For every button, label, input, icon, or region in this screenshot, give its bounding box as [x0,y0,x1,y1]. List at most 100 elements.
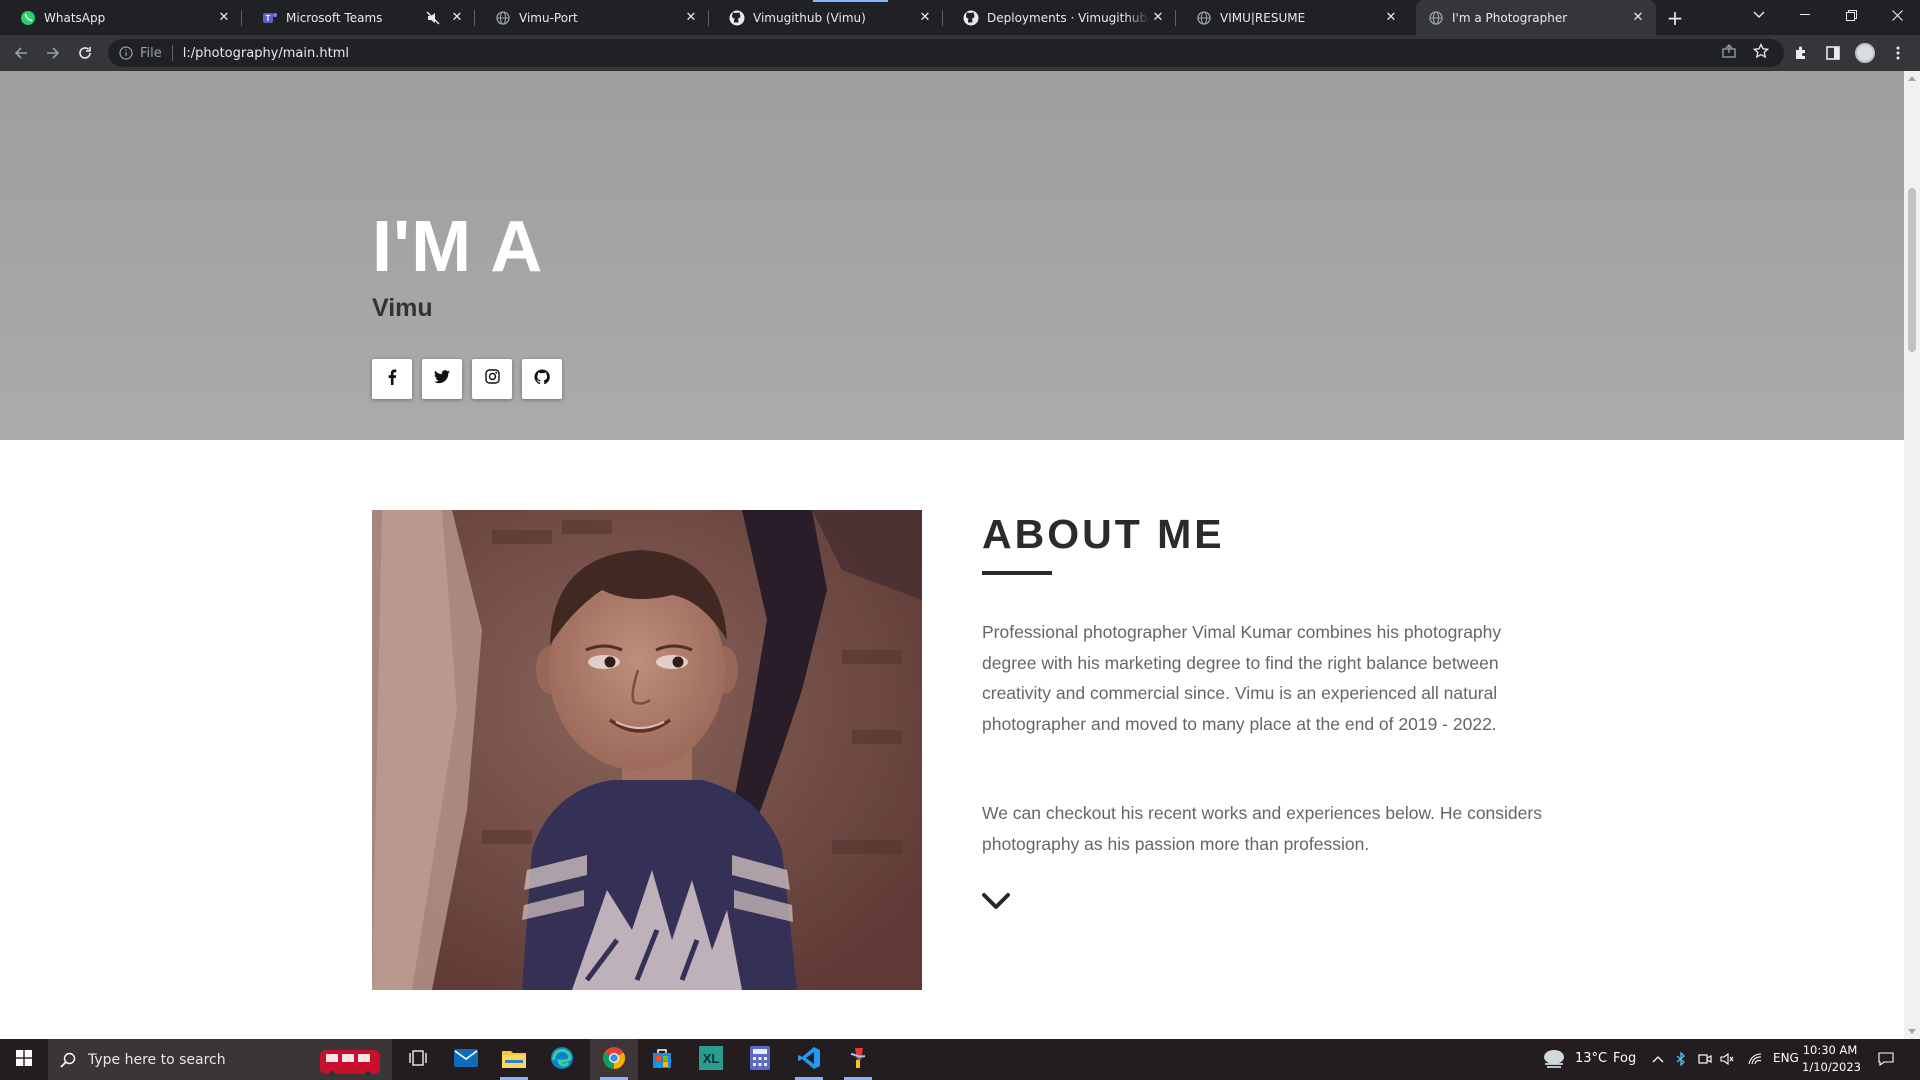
tab-title: I'm a Photographer [1452,10,1568,25]
tab-title: Vimugithub (Vimu) [753,10,866,25]
close-icon[interactable]: ✕ [1383,10,1399,26]
taskbar-search[interactable]: Type here to search [48,1039,392,1080]
browser-toolbar: File l:/photography/main.html [0,35,1920,71]
instagram-button[interactable] [472,359,512,399]
hero-name: Vimu [372,294,433,322]
store-icon [651,1047,673,1073]
close-icon[interactable]: ✕ [449,10,465,26]
profile-avatar[interactable] [1855,43,1875,63]
vertical-scrollbar[interactable] [1904,71,1920,1039]
chevron-up-icon[interactable] [1649,1049,1667,1069]
speaker-muted-icon[interactable] [1718,1049,1736,1069]
scroll-down-arrow[interactable] [1908,1029,1916,1034]
globe-icon [495,10,511,26]
search-icon [60,1052,76,1068]
calculator-icon [750,1045,770,1074]
xl-app-icon: XL [699,1045,723,1074]
close-icon[interactable]: ✕ [1150,10,1166,26]
info-icon[interactable] [118,45,134,61]
clock-time: 10:30 AM [1802,1043,1858,1057]
close-icon[interactable]: ✕ [917,10,933,26]
weather-condition[interactable]: Fog [1613,1051,1636,1066]
task-view-button[interactable] [394,1039,442,1080]
share-icon[interactable] [1719,41,1739,61]
scheme-label: File [140,45,162,61]
minimize-button[interactable] [1782,0,1828,30]
globe-icon [1428,10,1444,26]
tab-search-button[interactable] [1736,0,1782,30]
taskbar-vscode[interactable] [785,1039,833,1080]
tab-teams[interactable]: T Microsoft Teams ✕ [242,0,475,35]
close-icon[interactable]: ✕ [1630,10,1646,26]
globe-icon [1196,10,1212,26]
tab-title: Deployments · Vimugithub/V-re [987,10,1150,25]
folder-icon [502,1048,526,1072]
tab-photographer[interactable]: I'm a Photographer ✕ [1416,0,1656,35]
search-placeholder: Type here to search [88,1051,226,1068]
reload-button[interactable] [71,39,99,67]
github-icon [729,10,745,26]
tab-strip: WhatsApp ✕ T Microsoft Teams ✕ Vimu-Port… [0,0,1920,35]
taskbar-calculator[interactable] [736,1039,784,1080]
taskbar-paint-app[interactable] [834,1039,882,1080]
tab-whatsapp[interactable]: WhatsApp ✕ [0,0,242,35]
close-window-button[interactable] [1874,0,1920,30]
tab-vimu-port[interactable]: Vimu-Port ✕ [475,0,709,35]
about-title: ABOUT ME [982,511,1225,557]
svg-text:T: T [266,14,271,23]
twitter-icon [434,369,450,389]
chrome-icon [602,1046,626,1074]
notification-icon[interactable] [1877,1049,1895,1069]
wifi-icon[interactable] [1746,1049,1764,1069]
back-button[interactable] [7,39,35,67]
vscode-icon [797,1046,821,1074]
forward-button[interactable] [39,39,67,67]
taskbar-clock[interactable]: 10:30 AM 1/10/2023 [1802,1042,1861,1076]
address-bar[interactable]: File l:/photography/main.html [108,39,1784,67]
close-icon[interactable]: ✕ [683,10,699,26]
weather-temperature[interactable]: 13°C [1575,1051,1607,1066]
bookmark-star-icon[interactable] [1751,41,1771,61]
new-tab-button[interactable]: + [1663,6,1687,30]
about-underline [982,571,1052,575]
paint-brush-icon [847,1046,869,1074]
bluetooth-icon[interactable] [1672,1049,1690,1069]
chevron-down-icon[interactable] [981,889,1011,913]
scrollbar-thumb[interactable] [1908,188,1916,352]
close-icon[interactable]: ✕ [216,10,232,26]
facebook-icon [387,369,397,390]
menu-kebab-icon[interactable] [1888,43,1908,63]
tab-title: VIMU|RESUME [1220,10,1306,25]
start-button[interactable] [0,1039,48,1080]
hero-section: I'M A Vimu [0,71,1904,440]
mail-icon [454,1048,478,1071]
tab-title: Vimu-Port [519,10,578,25]
github-button[interactable] [522,359,562,399]
scroll-up-arrow[interactable] [1908,76,1916,81]
restore-button[interactable] [1828,0,1874,30]
meet-now-icon[interactable] [1696,1049,1714,1069]
taskbar-excel-app[interactable]: XL [687,1039,735,1080]
taskbar-store[interactable] [638,1039,686,1080]
taskbar-file-explorer[interactable] [490,1039,538,1080]
facebook-button[interactable] [372,359,412,399]
teams-icon: T [262,10,278,26]
github-icon [534,368,550,390]
weather-icon[interactable] [1542,1048,1566,1074]
twitter-button[interactable] [422,359,462,399]
instagram-icon [484,369,500,389]
tab-vimu-resume[interactable]: VIMU|RESUME ✕ [1176,0,1409,35]
mute-icon[interactable] [425,10,441,26]
tab-deployments[interactable]: Deployments · Vimugithub/V-re ✕ [943,0,1176,35]
url-text[interactable]: l:/photography/main.html [183,46,349,61]
taskbar-chrome[interactable] [590,1039,638,1080]
taskbar-mail[interactable] [442,1039,490,1080]
taskbar-edge[interactable] [538,1039,586,1080]
language-indicator[interactable]: ENG [1773,1051,1799,1065]
windows-taskbar: Type here to search XL 13°C Fog ENG 10:3… [0,1039,1920,1080]
tab-title: WhatsApp [44,10,106,25]
side-panel-icon[interactable] [1823,43,1843,63]
tab-vimugithub[interactable]: Vimugithub (Vimu) ✕ [709,0,943,35]
about-paragraph-1: Professional photographer Vimal Kumar co… [982,622,1502,734]
extensions-icon[interactable] [1791,43,1811,63]
